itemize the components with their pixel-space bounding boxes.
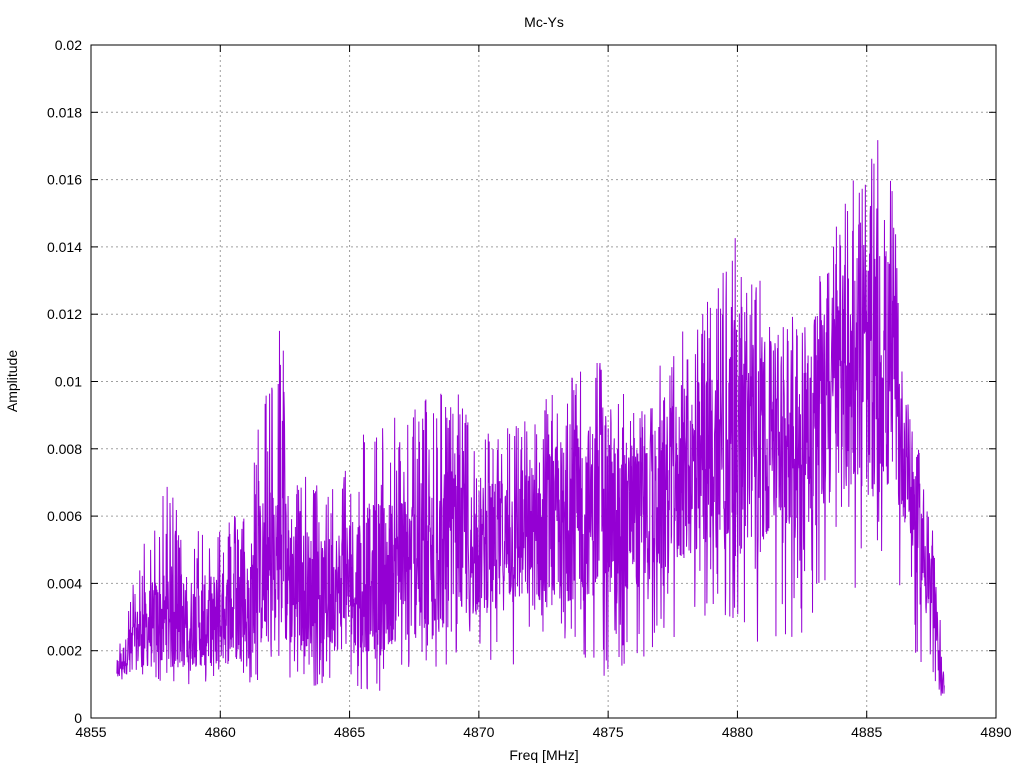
y-tick-label: 0.004 — [47, 575, 82, 591]
y-tick-label: 0.016 — [47, 172, 82, 188]
y-tick-label: 0 — [74, 710, 82, 726]
y-tick-label: 0.012 — [47, 306, 82, 322]
y-tick-label: 0.01 — [55, 374, 82, 390]
x-tick-label: 4875 — [593, 724, 624, 740]
spectrum-chart: Mc-Ys 4855 4860 4865 4870 4875 4880 4885 4890 0… — [4, 14, 1012, 763]
y-tick-label: 0.02 — [55, 37, 82, 53]
x-tick-label: 4855 — [75, 724, 106, 740]
y-tick-label: 0.014 — [47, 239, 82, 255]
amplitude-series-line — [116, 140, 945, 696]
x-tick-label: 4880 — [722, 724, 753, 740]
x-tick-labels: 4855 4860 4865 4870 4875 4880 4885 4890 — [75, 724, 1011, 740]
x-tick-label: 4860 — [205, 724, 236, 740]
y-axis-label: Amplitude — [4, 350, 20, 412]
y-tick-label: 0.002 — [47, 643, 82, 659]
chart-title: Mc-Ys — [524, 14, 564, 30]
x-axis-label: Freq [MHz] — [509, 747, 578, 763]
x-tick-label: 4890 — [980, 724, 1011, 740]
y-tick-label: 0.008 — [47, 441, 82, 457]
x-tick-label: 4865 — [334, 724, 365, 740]
x-tick-label: 4870 — [463, 724, 494, 740]
y-tick-label: 0.018 — [47, 104, 82, 120]
x-tick-label: 4885 — [851, 724, 882, 740]
y-tick-label: 0.006 — [47, 508, 82, 524]
y-tick-labels: 0 0.002 0.004 0.006 0.008 0.01 0.012 0.014 0.016… — [47, 37, 82, 726]
